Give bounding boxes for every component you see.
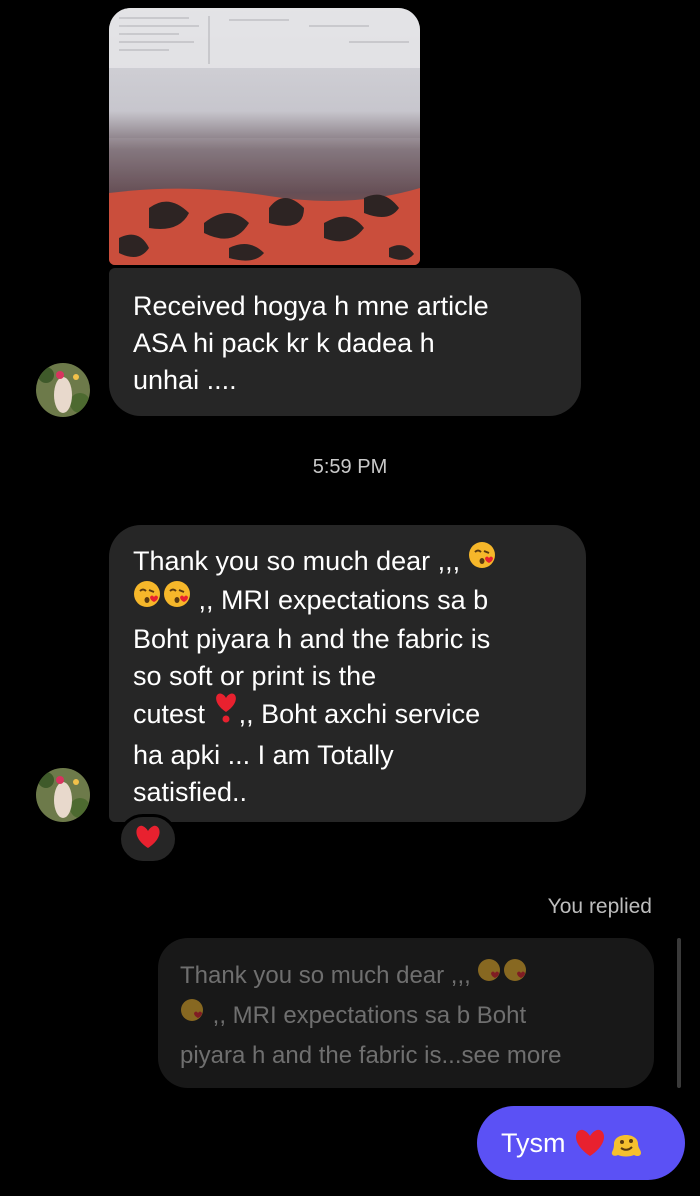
message-line: Received hogya h mne article (133, 291, 489, 321)
message-line: Boht piyara h and the fabric is (133, 623, 491, 654)
quote-line: ,, MRI expectations sa b Boht (180, 996, 632, 1036)
red-heart-icon (135, 825, 161, 854)
kissing-heart-emoji-icon (477, 955, 529, 994)
kissing-heart-emoji-icon (161, 580, 191, 618)
message-line: Thank you so much dear ,,, (133, 541, 564, 582)
kissing-heart-emoji-icon (133, 580, 161, 618)
red-heart-icon (574, 1129, 606, 1157)
message-line: unhai .... (133, 365, 237, 395)
message-line: cutest ,, Boht axchi service (133, 692, 564, 737)
shared-photo[interactable] (109, 8, 420, 265)
quoted-message[interactable]: Thank you so much dear ,,, ,, MRI expect… (158, 938, 654, 1088)
message-line: satisfied.. (133, 776, 248, 807)
melting-face-icon (610, 1128, 642, 1158)
kissing-heart-emoji-icon (180, 995, 206, 1034)
received-message-2[interactable]: Thank you so much dear ,,, ,, MRI expect… (109, 525, 586, 822)
sender-avatar[interactable] (36, 363, 90, 417)
message-line: ha apki ... I am Totally (133, 739, 394, 770)
heart-exclamation-icon (213, 692, 239, 734)
sent-message[interactable]: Tysm (477, 1106, 685, 1180)
quote-line: Thank you so much dear ,,, (180, 956, 632, 996)
scrollbar[interactable] (677, 938, 681, 1088)
you-replied-label: You replied (547, 895, 652, 918)
message-timestamp: 5:59 PM (312, 456, 388, 478)
message-reaction[interactable] (118, 814, 178, 864)
kissing-heart-emoji-icon (468, 541, 496, 579)
quote-line: piyara h and the fabric is...see more (180, 1042, 562, 1070)
sent-message-text: Tysm (501, 1127, 566, 1158)
message-line: so soft or print is the (133, 660, 377, 691)
received-message-1[interactable]: Received hogya h mne article ASA hi pack… (109, 268, 581, 416)
sender-avatar[interactable] (36, 768, 90, 822)
message-line: ASA hi pack kr k dadea h (133, 328, 435, 358)
message-line: ,, MRI expectations sa b (133, 580, 564, 621)
